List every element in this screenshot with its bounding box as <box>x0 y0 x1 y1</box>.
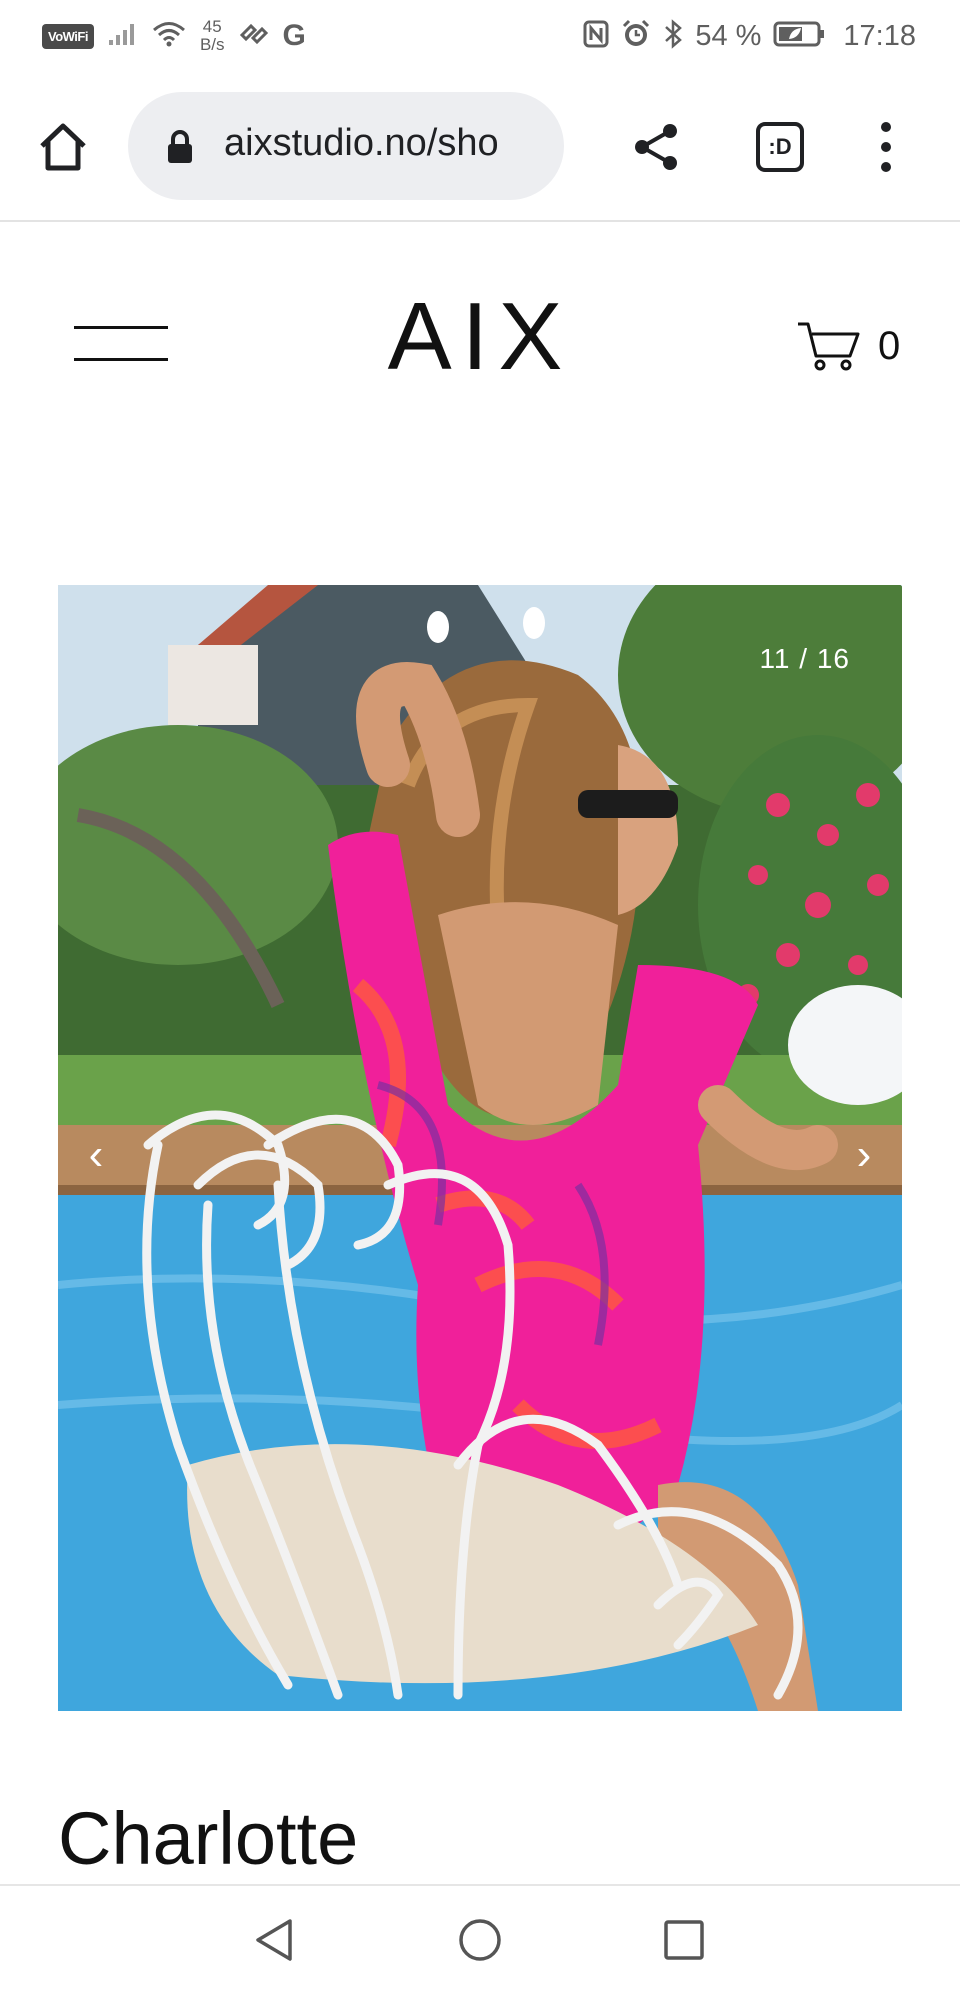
signal-icon <box>108 22 138 51</box>
menu-dot <box>881 142 891 152</box>
status-left: VoWiFi 45 B/s G <box>42 18 306 54</box>
net-speed-value: 45 <box>202 17 222 36</box>
home-nav-button[interactable] <box>450 1910 510 1970</box>
tab-switcher-label: :D <box>768 134 792 159</box>
lock-icon <box>168 130 192 163</box>
battery-percent: 54 % <box>695 19 762 52</box>
product-title: Charlotte <box>58 1797 359 1880</box>
tab-switcher-button[interactable]: :D <box>756 122 804 172</box>
back-button[interactable] <box>244 1910 304 1970</box>
home-button[interactable] <box>36 120 90 174</box>
site-header: AIX 0 <box>0 222 960 462</box>
alarm-icon <box>621 19 651 54</box>
status-bar: VoWiFi 45 B/s G 54 % 17:18 <box>0 0 960 72</box>
carrier-letter: G <box>282 19 306 52</box>
address-bar[interactable]: aixstudio.no/sho <box>128 92 564 200</box>
vowifi-badge: VoWiFi <box>42 23 94 49</box>
gallery-prev-arrow[interactable]: ‹ <box>76 1125 116 1185</box>
link-icon <box>239 21 269 52</box>
share-icon <box>635 124 677 170</box>
product-gallery[interactable]: 11 / 16 ‹ › <box>58 585 902 1711</box>
share-button[interactable] <box>632 122 680 172</box>
back-triangle-icon <box>256 1919 292 1961</box>
recents-button[interactable] <box>654 1910 714 1970</box>
system-nav-bar <box>0 1884 960 1991</box>
home-circle-icon <box>459 1919 501 1961</box>
menu-dot <box>881 122 891 132</box>
browser-toolbar: aixstudio.no/sho :D <box>0 72 960 222</box>
home-icon <box>40 123 86 171</box>
recents-square-icon <box>664 1920 704 1960</box>
cart-count: 0 <box>878 323 901 368</box>
url-text: aixstudio.no/sho <box>224 122 499 164</box>
clock: 17:18 <box>843 19 916 52</box>
overflow-menu-button[interactable] <box>872 122 900 172</box>
menu-dot <box>881 162 891 172</box>
net-speed: 45 B/s <box>200 18 225 54</box>
net-speed-unit: B/s <box>199 35 225 54</box>
battery-icon <box>773 20 825 53</box>
status-right: 54 % 17:18 <box>583 16 916 56</box>
slide-counter: 11 / 16 <box>759 643 850 674</box>
bluetooth-icon <box>663 18 683 54</box>
gallery-next-arrow[interactable]: › <box>844 1125 884 1185</box>
wifi-icon <box>152 20 186 53</box>
cart-button[interactable]: 0 <box>796 318 900 374</box>
cart-icon <box>798 322 860 371</box>
nfc-icon <box>583 20 609 53</box>
product-photo <box>58 585 902 1711</box>
